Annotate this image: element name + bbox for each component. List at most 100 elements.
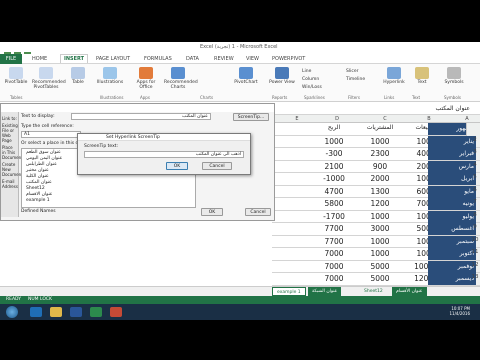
cell-profit[interactable]: -1000 <box>310 174 358 183</box>
cell-month[interactable]: ابريل <box>428 173 476 185</box>
sparkline-winloss-button[interactable]: Win/Loss <box>302 84 322 92</box>
header-profit[interactable]: الربح <box>310 124 358 131</box>
apps-for-office-button[interactable]: Apps for Office <box>132 67 160 90</box>
column-header-a[interactable]: A <box>442 116 480 122</box>
symbols-button[interactable]: Symbols <box>440 67 468 85</box>
cell-purchases[interactable]: 2000 <box>356 174 404 183</box>
cell-profit[interactable]: 7000 <box>310 274 358 283</box>
timeline-button[interactable]: Timeline <box>346 76 365 84</box>
recommended-charts-button[interactable]: Recommended Charts <box>164 67 198 90</box>
cell-profit[interactable]: 5800 <box>310 199 358 208</box>
cell-profit[interactable]: 7000 <box>310 262 358 271</box>
hyperlink-button[interactable]: Hyperlink <box>380 67 408 85</box>
column-header-d[interactable]: D <box>312 116 362 122</box>
tab-file[interactable]: FILE <box>0 54 22 64</box>
tab-insert[interactable]: INSERT <box>60 54 89 63</box>
cell-month[interactable]: يونيه <box>428 198 476 210</box>
table-button[interactable]: Table <box>64 67 92 85</box>
cell-profit[interactable]: -300 <box>310 149 358 158</box>
tab-data[interactable]: DATA <box>186 56 199 62</box>
text-to-display-input[interactable]: عنوان المكتب <box>71 113 211 120</box>
tab-page-layout[interactable]: PAGE LAYOUT <box>96 56 130 62</box>
cell-month[interactable]: اكتوبر <box>428 248 476 260</box>
cell-purchases[interactable]: 5000 <box>356 274 404 283</box>
cell-reference-input[interactable]: A1 <box>21 131 81 138</box>
column-headers: E D C B A <box>272 115 480 123</box>
screentip-cancel-button[interactable]: Cancel <box>202 162 232 170</box>
cell-month[interactable]: يوليو <box>428 210 476 223</box>
sparkline-column-button[interactable]: Column <box>302 76 322 84</box>
row-number: 2 <box>473 136 477 143</box>
cell-purchases[interactable]: 3000 <box>356 224 404 233</box>
pivotchart-button[interactable]: PivotChart <box>232 67 260 85</box>
cancel-button[interactable]: Cancel <box>245 208 271 216</box>
formula-content[interactable]: عنوان المكتب <box>436 105 470 112</box>
sparkline-line-button[interactable]: Line <box>302 68 322 76</box>
cell-month[interactable]: نوفمبر <box>428 260 476 273</box>
row-number: 4 <box>473 161 477 168</box>
cell-profit[interactable]: 4700 <box>310 187 358 196</box>
apps-icon <box>139 67 153 79</box>
cell-purchases[interactable]: 1000 <box>356 249 404 258</box>
cell-month[interactable]: مايو <box>428 185 476 198</box>
table-row: 7000 1000 1000 اكتوبر 11 <box>272 248 480 261</box>
illustrations-button[interactable]: Illustrations <box>96 67 124 85</box>
cell-purchases[interactable]: 2300 <box>356 149 404 158</box>
cell-profit[interactable]: 1000 <box>310 137 358 146</box>
row-number: 11 <box>471 249 479 255</box>
tab-formulas[interactable]: FORMULAS <box>144 56 172 62</box>
quick-access-toolbar[interactable] <box>4 44 64 59</box>
start-button[interactable] <box>6 306 18 318</box>
cell-purchases[interactable]: 900 <box>356 162 404 171</box>
ie-icon[interactable] <box>30 307 42 317</box>
sheet-tab-sheet12[interactable]: Sheet12 <box>360 287 387 296</box>
cell-month[interactable]: مارس <box>428 160 476 173</box>
cell-purchases[interactable]: 5000 <box>356 262 404 271</box>
sheet-tab-office[interactable]: عنوان الشبكة <box>308 287 342 296</box>
cell-month[interactable]: فبراير <box>428 148 476 160</box>
tab-powerpivot[interactable]: POWERPIVOT <box>272 56 305 62</box>
folder-icon[interactable] <box>50 307 62 317</box>
excel-icon[interactable] <box>90 307 102 317</box>
screentip-ok-button[interactable]: OK <box>166 162 188 170</box>
tree-item[interactable]: example 1 <box>26 198 191 204</box>
power-view-button[interactable]: Power View <box>268 67 296 85</box>
cell-profit[interactable]: -1700 <box>310 212 358 221</box>
tab-view[interactable]: VIEW <box>246 56 259 62</box>
sheet-tab-departments[interactable]: عنوان الأقسام <box>392 287 427 296</box>
link-place-in-document[interactable]: Place in This Document <box>2 145 23 160</box>
recorder-icon[interactable] <box>110 307 122 317</box>
header-purchases[interactable]: المشتريات <box>356 124 404 131</box>
pivottable-button[interactable]: PivotTable <box>2 67 30 85</box>
recommended-pivottables-button[interactable]: Recommended PivotTables <box>32 67 66 90</box>
link-email[interactable]: E-mail Address <box>2 179 18 189</box>
screentip-button[interactable]: ScreenTip... <box>233 113 269 121</box>
cell-month[interactable]: اغسطس <box>428 223 476 235</box>
cell-purchases[interactable]: 1200 <box>356 199 404 208</box>
screentip-text-input[interactable]: اذهب الى عنوان المكتب <box>84 151 244 158</box>
cell-profit[interactable]: 7000 <box>310 249 358 258</box>
screentip-text-label: ScreenTip text: <box>84 144 119 149</box>
tab-review[interactable]: REVIEW <box>214 56 234 62</box>
text-button[interactable]: Text <box>408 67 436 85</box>
cell-purchases[interactable]: 1000 <box>356 137 404 146</box>
sheet-tab-example-1[interactable]: example 1 <box>272 287 306 296</box>
cell-profit[interactable]: 7700 <box>310 224 358 233</box>
cell-month[interactable]: سبتمبر <box>428 235 476 248</box>
cell-month[interactable]: يناير <box>428 135 476 148</box>
link-new-document[interactable]: Create New Document <box>2 162 23 177</box>
cell-purchases[interactable]: 1000 <box>356 212 404 221</box>
tab-home[interactable]: HOME <box>32 56 47 62</box>
column-header-c[interactable]: C <box>360 116 410 122</box>
status-num-lock: NUM LOCK <box>28 297 52 302</box>
group-label-filters: Filters <box>348 95 360 100</box>
word-icon[interactable] <box>70 307 82 317</box>
cell-purchases[interactable]: 1300 <box>356 187 404 196</box>
ok-button[interactable]: OK <box>201 208 223 216</box>
cell-profit[interactable]: 2100 <box>310 162 358 171</box>
cell-purchases[interactable]: 1000 <box>356 237 404 246</box>
cell-profit[interactable]: 7700 <box>310 237 358 246</box>
slicer-button[interactable]: Slicer <box>346 68 365 76</box>
cell-month[interactable]: ديسمبر <box>428 273 476 285</box>
link-existing-file[interactable]: Existing File or Web Page <box>2 123 18 143</box>
